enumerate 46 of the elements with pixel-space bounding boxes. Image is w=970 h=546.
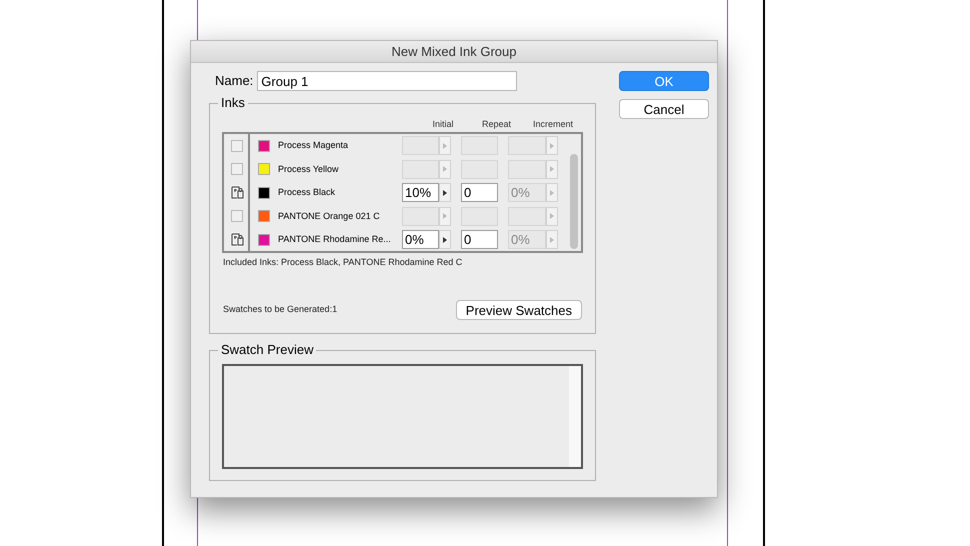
include-icon[interactable] [230,233,244,246]
arrow-icon [443,190,447,196]
arrow-icon [550,213,554,220]
ink-name: Process Black [278,186,336,199]
name-label: Name: [215,72,254,90]
value-field[interactable] [402,206,439,226]
value-field[interactable] [402,136,439,156]
ink-name: Process Magenta [278,139,350,152]
value-field[interactable] [508,160,546,179]
arrow-icon [443,213,447,220]
name-field[interactable]: Group 1 [257,71,518,91]
included-inks-text: Included Inks: Process Black, PANTONE Rhodamine Red C [223,256,464,269]
column-header: Increment [532,118,574,131]
ink-name: PANTONE Rhodamine Re... [278,233,392,246]
value-field[interactable]: 0 [461,230,498,250]
stepper-button[interactable] [439,183,451,202]
value-field[interactable]: 0% [402,230,439,250]
value-field[interactable]: 10% [402,183,439,202]
preview-swatches-button[interactable]: Preview Swatches [456,300,582,320]
arrow-icon [550,142,554,149]
arrow-icon [443,236,447,243]
ink-name: Process Yellow [278,162,340,176]
arrow-icon [550,236,554,243]
scrollbar[interactable] [570,154,578,249]
value-field[interactable] [461,136,498,156]
dialog-button[interactable]: Cancel [619,99,709,119]
arrow-icon [550,190,554,196]
ink-name: PANTONE Orange 021 C [278,210,381,223]
arrow-icon [443,142,447,149]
column-header: Initial [431,118,454,131]
window-title: New Mixed Ink Group [191,41,717,63]
value-field[interactable] [508,136,546,156]
include-checkbox[interactable] [231,210,243,222]
column-header: Repeat [480,118,512,131]
value-field[interactable] [461,160,498,179]
include-icon[interactable] [230,186,244,200]
value-field[interactable] [508,206,546,226]
stepper-button[interactable] [439,230,451,250]
arrow-icon [550,166,554,172]
value-field[interactable] [461,206,498,226]
include-checkbox[interactable] [231,163,243,176]
include-checkbox[interactable] [231,140,243,152]
value-field[interactable]: 0 [461,183,498,202]
arrow-icon [443,166,447,172]
swatches-generated-text: Swatches to be Generated:1 [223,302,338,316]
value-field[interactable] [402,160,439,179]
